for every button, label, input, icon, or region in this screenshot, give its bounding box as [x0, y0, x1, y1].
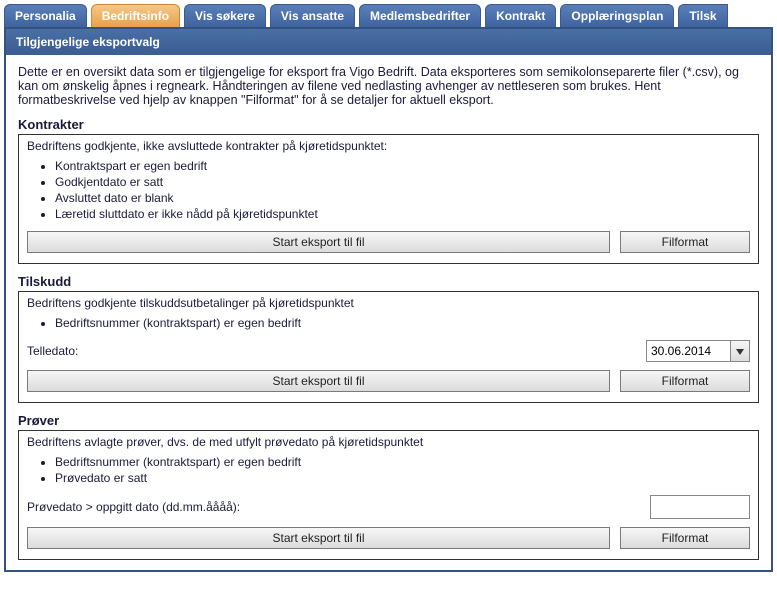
list-item: Prøvedato er satt — [55, 471, 750, 485]
tab-bar: Personalia Bedriftsinfo Vis søkere Vis a… — [0, 0, 777, 27]
box-prover: Bedriftens avlagte prøver, dvs. de med u… — [18, 430, 759, 560]
list-item: Bedriftsnummer (kontraktspart) er egen b… — [55, 455, 750, 469]
caret-down-icon — [736, 344, 744, 358]
tab-opplaeringsplan[interactable]: Opplæringsplan — [560, 4, 674, 27]
tab-vis-sokere[interactable]: Vis søkere — [184, 4, 266, 27]
tab-personalia[interactable]: Personalia — [4, 4, 87, 27]
telledato-dropdown-button[interactable] — [730, 341, 749, 361]
panel-body: Dette er en oversikt data som er tilgjen… — [6, 55, 771, 570]
telledato-field[interactable] — [646, 340, 750, 362]
prover-list: Bedriftsnummer (kontraktspart) er egen b… — [55, 455, 750, 485]
telledato-label: Telledato: — [27, 344, 78, 358]
provedato-input[interactable] — [650, 495, 750, 519]
list-item: Avsluttet dato er blank — [55, 191, 750, 205]
tilskudd-start-button[interactable]: Start eksport til fil — [27, 370, 610, 392]
tab-vis-ansatte[interactable]: Vis ansatte — [270, 4, 355, 27]
provedato-label: Prøvedato > oppgitt dato (dd.mm.åååå): — [27, 500, 240, 514]
tab-tilskudd-truncated[interactable]: Tilsk — [678, 4, 727, 27]
kontrakter-desc: Bedriftens godkjente, ikke avsluttede ko… — [27, 139, 750, 153]
section-title-kontrakter: Kontrakter — [18, 117, 759, 132]
box-kontrakter: Bedriftens godkjente, ikke avsluttede ko… — [18, 134, 759, 264]
section-title-prover: Prøver — [18, 413, 759, 428]
app-root: Personalia Bedriftsinfo Vis søkere Vis a… — [0, 0, 777, 597]
tilskudd-desc: Bedriftens godkjente tilskuddsutbetaling… — [27, 296, 750, 310]
tilskudd-list: Bedriftsnummer (kontraktspart) er egen b… — [55, 316, 750, 330]
list-item: Kontraktspart er egen bedrift — [55, 159, 750, 173]
kontrakter-filformat-button[interactable]: Filformat — [620, 231, 750, 253]
kontrakter-start-button[interactable]: Start eksport til fil — [27, 231, 610, 253]
tab-medlemsbedrifter[interactable]: Medlemsbedrifter — [359, 4, 481, 27]
list-item: Godkjentdato er satt — [55, 175, 750, 189]
telledato-input[interactable] — [647, 342, 730, 360]
kontrakter-list: Kontraktspart er egen bedrift Godkjentda… — [55, 159, 750, 221]
list-item: Læretid sluttdato er ikke nådd på kjøret… — [55, 207, 750, 221]
intro-text: Dette er en oversikt data som er tilgjen… — [18, 65, 759, 107]
tilskudd-filformat-button[interactable]: Filformat — [620, 370, 750, 392]
list-item: Bedriftsnummer (kontraktspart) er egen b… — [55, 316, 750, 330]
export-panel: Tilgjengelige eksportvalg Dette er en ov… — [4, 27, 773, 572]
section-title-tilskudd: Tilskudd — [18, 274, 759, 289]
prover-start-button[interactable]: Start eksport til fil — [27, 527, 610, 549]
box-tilskudd: Bedriftens godkjente tilskuddsutbetaling… — [18, 291, 759, 403]
prover-desc: Bedriftens avlagte prøver, dvs. de med u… — [27, 435, 750, 449]
prover-filformat-button[interactable]: Filformat — [620, 527, 750, 549]
tab-kontrakt[interactable]: Kontrakt — [485, 4, 556, 27]
tab-bedriftsinfo[interactable]: Bedriftsinfo — [91, 4, 180, 27]
panel-title: Tilgjengelige eksportvalg — [6, 29, 771, 55]
